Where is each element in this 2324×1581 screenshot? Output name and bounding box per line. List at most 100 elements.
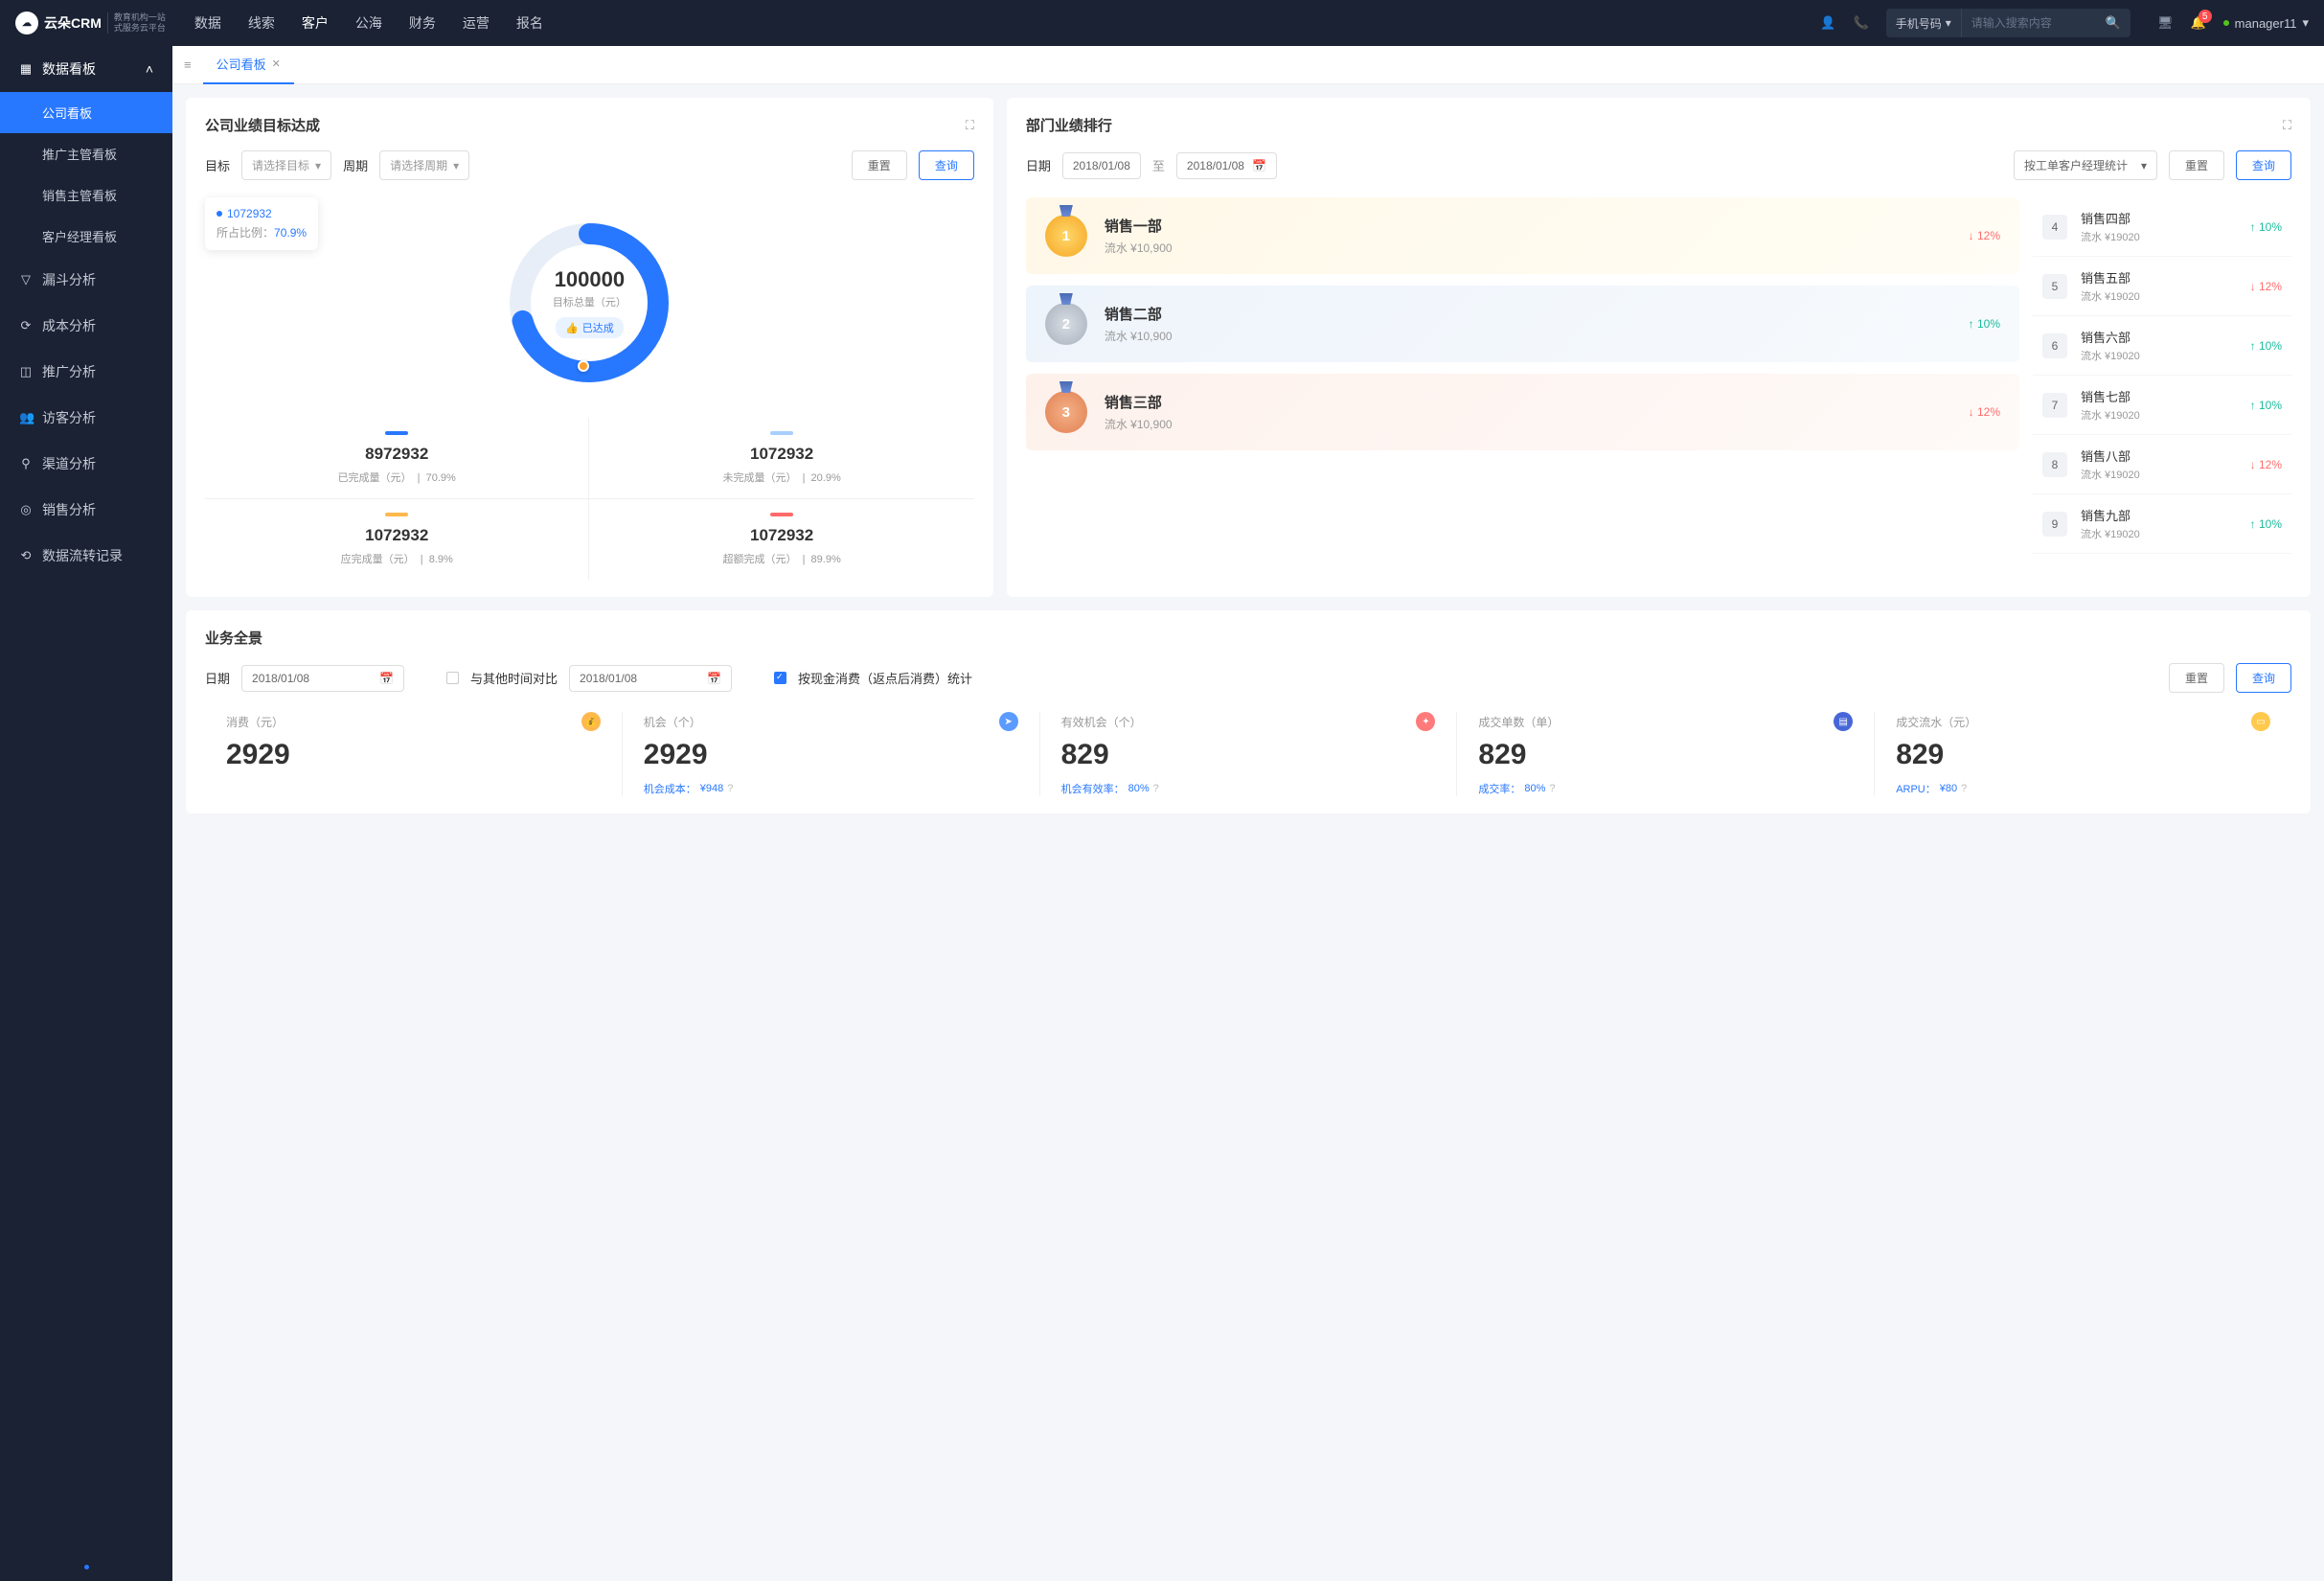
- stat-label: 超额完成（元） | 89.9%: [599, 551, 964, 566]
- sidebar-item-6[interactable]: ⟲数据流转记录: [0, 533, 172, 579]
- user-menu[interactable]: manager11 ▾: [2223, 15, 2309, 31]
- rank-row-6[interactable]: 6销售六部流水 ¥19020↑ 10%: [2033, 316, 2291, 376]
- date-from-input[interactable]: 2018/01/08: [1062, 152, 1141, 179]
- nav-item-5[interactable]: 运营: [463, 13, 490, 33]
- donut-label: 目标总量（元）: [553, 294, 627, 309]
- calendar-icon: 📅: [707, 672, 721, 685]
- stat-label: 已完成量（元） | 70.9%: [215, 470, 579, 485]
- grid-icon: ▦: [19, 61, 33, 77]
- nav-item-0[interactable]: 数据: [194, 13, 221, 33]
- donut-value: 100000: [555, 267, 625, 292]
- label-date: 日期: [205, 669, 230, 687]
- rank-sub: 流水 ¥19020: [2081, 348, 2237, 363]
- username: manager11: [2235, 16, 2297, 31]
- sidebar-sub-0[interactable]: 公司看板: [0, 92, 172, 133]
- overview-item-0: 消费（元）💰2929: [205, 712, 623, 796]
- expand-icon[interactable]: ⛶: [966, 118, 974, 133]
- stat-label: 未完成量（元） | 20.9%: [599, 470, 964, 485]
- query-button[interactable]: 查询: [919, 150, 974, 180]
- sidebar-item-1[interactable]: ⟳成本分析: [0, 303, 172, 349]
- search-icon[interactable]: 🔍: [2096, 15, 2130, 31]
- notif-badge: 5: [2199, 10, 2212, 23]
- rank-number: 9: [2042, 512, 2067, 537]
- rank-top-3[interactable]: 3销售三部流水 ¥10,900↓ 12%: [1026, 374, 2019, 450]
- calendar-icon: 📅: [1252, 159, 1266, 172]
- help-icon[interactable]: ?: [727, 783, 733, 794]
- sidebar-item-2[interactable]: ◫推广分析: [0, 349, 172, 395]
- rank-row-8[interactable]: 8销售八部流水 ¥19020↓ 12%: [2033, 435, 2291, 494]
- overview-item-2: 有效机会（个）✦829机会有效率：80% ?: [1040, 712, 1458, 796]
- search-input[interactable]: [1962, 16, 2096, 30]
- overview-item-3: 成交单数（单）▤829成交率：80% ?: [1457, 712, 1875, 796]
- logo-icon: ☁: [15, 11, 38, 34]
- rank-row-5[interactable]: 5销售五部流水 ¥19020↓ 12%: [2033, 257, 2291, 316]
- rank-sub: 流水 ¥19020: [2081, 526, 2237, 541]
- query-button[interactable]: 查询: [2236, 150, 2291, 180]
- help-icon[interactable]: ?: [1961, 783, 1967, 794]
- search-type-select[interactable]: 手机号码▾: [1886, 9, 1962, 37]
- search-bar: 手机号码▾ 🔍: [1886, 9, 2130, 37]
- stat-0: 8972932已完成量（元） | 70.9%: [205, 418, 589, 499]
- rank-name: 销售六部: [2081, 328, 2237, 346]
- ov-label: 成交单数（单）▤: [1478, 712, 1853, 731]
- sidebar: ▦数据看板 ˄ 公司看板推广主管看板销售主管看板客户经理看板 ▽漏斗分析⟳成本分…: [0, 46, 172, 1581]
- select-target[interactable]: 请选择目标▾: [241, 150, 331, 180]
- rank-sub: 流水 ¥19020: [2081, 467, 2237, 482]
- rank-pct: ↑ 10%: [2250, 220, 2282, 234]
- nav-item-6[interactable]: 报名: [516, 13, 543, 33]
- cash-label: 按现金消费（返点后消费）统计: [798, 669, 972, 687]
- sidebar-icon: ⟳: [19, 318, 33, 333]
- nav-item-3[interactable]: 公海: [355, 13, 382, 33]
- rank-top-1[interactable]: 1销售一部流水 ¥10,900↓ 12%: [1026, 197, 2019, 274]
- user-icon[interactable]: 👤: [1820, 15, 1835, 31]
- collapse-icon[interactable]: ≡: [184, 57, 192, 72]
- sidebar-item-4[interactable]: ⚲渠道分析: [0, 441, 172, 487]
- label-to: 至: [1152, 156, 1165, 174]
- expand-icon[interactable]: ⛶: [2283, 118, 2291, 133]
- chevron-down-icon: ▾: [1946, 16, 1951, 30]
- help-icon[interactable]: ?: [1549, 783, 1555, 794]
- select-period[interactable]: 请选择周期▾: [379, 150, 469, 180]
- monitor-icon[interactable]: 🖥: [2157, 15, 2174, 31]
- rank-row-9[interactable]: 9销售九部流水 ¥19020↑ 10%: [2033, 494, 2291, 554]
- help-icon[interactable]: ?: [1153, 783, 1159, 794]
- compare-checkbox[interactable]: [446, 672, 459, 684]
- ov-value: 829: [1896, 739, 2270, 771]
- query-button[interactable]: 查询: [2236, 663, 2291, 693]
- date-input-1[interactable]: 2018/01/08📅: [241, 665, 404, 692]
- bell-icon[interactable]: 🔔5: [2190, 15, 2205, 31]
- reset-button[interactable]: 重置: [2169, 150, 2224, 180]
- sidebar-item-0[interactable]: ▽漏斗分析: [0, 257, 172, 303]
- cash-checkbox[interactable]: [774, 672, 786, 684]
- rank-pct: ↑ 10%: [2250, 399, 2282, 412]
- sidebar-icon: ⚲: [19, 456, 33, 471]
- tab-company-board[interactable]: 公司看板 ✕: [203, 46, 294, 84]
- nav-item-1[interactable]: 线索: [248, 13, 275, 33]
- reset-button[interactable]: 重置: [2169, 663, 2224, 693]
- sidebar-item-3[interactable]: 👥访客分析: [0, 395, 172, 441]
- ov-icon: ✦: [1416, 712, 1435, 731]
- chevron-down-icon: ▾: [2141, 159, 2147, 172]
- ov-value: 2929: [644, 739, 1018, 771]
- sidebar-sub-1[interactable]: 推广主管看板: [0, 133, 172, 174]
- date-to-input[interactable]: 2018/01/08📅: [1176, 152, 1277, 179]
- date-input-2[interactable]: 2018/01/08📅: [569, 665, 732, 692]
- rank-row-7[interactable]: 7销售七部流水 ¥19020↑ 10%: [2033, 376, 2291, 435]
- sidebar-group-dashboard[interactable]: ▦数据看板 ˄: [0, 46, 172, 92]
- sidebar-sub-2[interactable]: 销售主管看板: [0, 174, 172, 216]
- rank-name: 销售一部: [1105, 216, 1951, 236]
- phone-icon[interactable]: 📞: [1854, 15, 1869, 31]
- reset-button[interactable]: 重置: [852, 150, 907, 180]
- ov-sub: 成交率：80% ?: [1478, 781, 1853, 796]
- rank-pct: ↓ 12%: [2250, 280, 2282, 293]
- sidebar-sub-3[interactable]: 客户经理看板: [0, 216, 172, 257]
- nav-item-2[interactable]: 客户: [302, 13, 329, 33]
- close-icon[interactable]: ✕: [272, 57, 281, 70]
- rank-row-4[interactable]: 4销售四部流水 ¥19020↑ 10%: [2033, 197, 2291, 257]
- nav-item-4[interactable]: 财务: [409, 13, 436, 33]
- stat-value: 1072932: [599, 526, 964, 545]
- sidebar-item-5[interactable]: ◎销售分析: [0, 487, 172, 533]
- select-stat-type[interactable]: 按工单客户经理统计▾: [2014, 150, 2157, 180]
- logo: ☁ 云朵CRM 教育机构一站 式服务云平台: [15, 11, 166, 34]
- rank-top-2[interactable]: 2销售二部流水 ¥10,900↑ 10%: [1026, 286, 2019, 362]
